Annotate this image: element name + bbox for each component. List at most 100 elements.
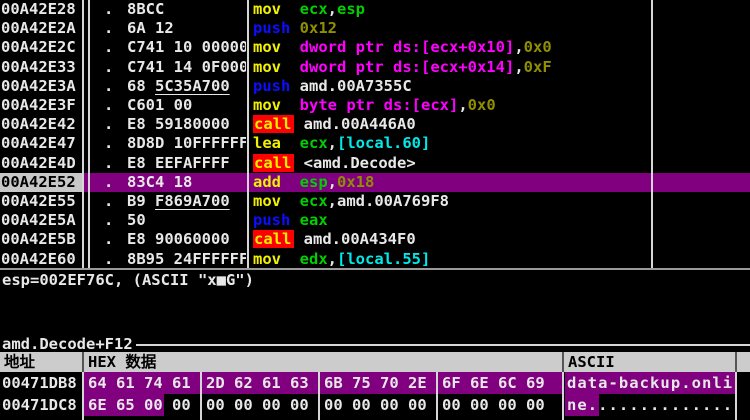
hex-group: 00 00 00 00 <box>442 394 545 416</box>
analysis-dot-marker: . <box>104 115 113 134</box>
hex-group: 6B 75 70 2E <box>324 372 427 394</box>
byte-segment: F869A700 <box>155 192 230 210</box>
instruction-cell: mov dword ptr ds:[ecx+0x10],0x0 <box>253 38 552 57</box>
instruction-token: , <box>458 96 467 114</box>
instruction-cell: call amd.00A446A0 <box>253 115 416 134</box>
ascii-cell: -|v.....■....... <box>567 416 733 420</box>
address-cell: 00A42E2C <box>1 38 76 57</box>
hex-group: 00 00 00 00 <box>206 394 309 416</box>
instruction-token <box>281 134 300 152</box>
instruction-token: 0x0 <box>524 38 552 56</box>
instruction-token <box>281 173 300 191</box>
dump-row[interactable]: 00471DD82D 7C 76 0400 00 00 00DD 00 00 0… <box>0 416 750 420</box>
analysis-dot-marker: . <box>104 77 113 96</box>
dump-row[interactable]: 00471DC8 6E 65 00 00 00 00 00 00 00 00 00 0… <box>0 394 750 416</box>
instruction-token: mov <box>253 0 281 18</box>
disasm-row[interactable]: 00A42E5B.E8 90060000call amd.00A434F0 <box>0 230 750 249</box>
disasm-row[interactable]: 00A42E47.8D8D 10FFFFFFlea ecx,[local.60] <box>0 134 750 153</box>
analysis-dot-marker: . <box>104 96 113 115</box>
disasm-row[interactable]: 00A42E4D.E8 EEFAFFFFcall <amd.Decode> <box>0 154 750 173</box>
byte-segment: 50 <box>127 211 146 229</box>
instruction-token: ecx <box>300 192 328 210</box>
address-cell: 00A42E28 <box>1 0 76 19</box>
hex-group: DD 00 00 00 <box>324 416 427 420</box>
instruction-token: amd.00A434F0 <box>304 230 416 248</box>
instruction-token: , <box>328 250 337 268</box>
disasm-row[interactable]: 00A42E5A.50push eax <box>0 211 750 230</box>
disasm-row[interactable]: 00A42E3A.68 5C35A700push amd.00A7355C <box>0 77 750 96</box>
instruction-cell: push 0x12 <box>253 19 337 38</box>
instruction-token <box>294 115 303 133</box>
column-divider <box>436 372 438 420</box>
analysis-dot-marker: . <box>104 38 113 57</box>
bytes-cell: B9 F869A700 <box>127 192 246 211</box>
byte-segment: C601 00 <box>127 96 192 114</box>
bytes-cell: 6A 12 <box>127 19 246 38</box>
dump-rows-pane[interactable]: 00471DB864 61 74 612D 62 61 636B 75 70 2… <box>0 372 750 420</box>
instruction-cell: mov ecx,esp <box>253 0 365 19</box>
column-divider <box>82 372 84 420</box>
disasm-row[interactable]: 00A42E42.E8 59180000call amd.00A446A0 <box>0 115 750 134</box>
instruction-cell: mov ecx,amd.00A769F8 <box>253 192 449 211</box>
instruction-token <box>294 230 303 248</box>
hex-group: 2D 62 61 63 <box>206 372 309 394</box>
instruction-cell: push eax <box>253 211 328 230</box>
instruction-token: 0x12 <box>300 19 337 37</box>
column-divider <box>735 352 737 372</box>
instruction-token: [local.60] <box>337 134 430 152</box>
instruction-token: eax <box>300 211 328 229</box>
disasm-row[interactable]: 00A42E55.B9 F869A700mov ecx,amd.00A769F8 <box>0 192 750 211</box>
byte-segment: E8 EEFAFFFF <box>127 154 230 172</box>
instruction-token: amd.00A446A0 <box>304 115 416 133</box>
address-cell: 00A42E5B <box>1 230 76 249</box>
instruction-token: 0xF <box>524 58 552 76</box>
byte-segment: C741 10 00000000 <box>127 38 246 56</box>
disasm-row[interactable]: 00A42E60.8B95 24FFFFFFmov edx,[local.55] <box>0 250 750 268</box>
byte-segment: 8BCC <box>127 0 164 18</box>
disasm-row[interactable]: 00A42E28.8BCCmov ecx,esp <box>0 0 750 19</box>
bytes-cell: E8 EEFAFFFF <box>127 154 246 173</box>
info-pane-status-line[interactable]: esp=002EF76C, (ASCII "x■G") <box>2 271 254 290</box>
address-cell: 00A42E4D <box>1 154 76 173</box>
instruction-token <box>281 250 300 268</box>
column-divider <box>200 372 202 420</box>
instruction-token: esp <box>337 0 365 18</box>
address-cell: 00A42E3F <box>1 96 76 115</box>
address-cell: 00A42E42 <box>1 115 76 134</box>
dump-address-cell: 00471DB8 <box>2 372 77 394</box>
bytes-cell: C741 14 0F000000 <box>127 58 246 77</box>
bytes-cell: 68 5C35A700 <box>127 77 246 96</box>
analysis-dot-marker: . <box>104 154 113 173</box>
disasm-row[interactable]: 00A42E2A.6A 12push 0x12 <box>0 19 750 38</box>
instruction-token: call <box>253 154 294 172</box>
disasm-row[interactable]: 00A42E52.83C4 18add esp,0x18 <box>0 173 750 192</box>
analysis-dot-marker: . <box>104 58 113 77</box>
dump-row[interactable]: 00471DB864 61 74 612D 62 61 636B 75 70 2… <box>0 372 750 394</box>
column-divider <box>247 0 249 268</box>
hex-group: 6E 65 00 00 <box>88 394 191 416</box>
column-divider <box>562 372 564 420</box>
dump-address-cell: 00471DC8 <box>2 394 77 416</box>
dump-window-frame <box>136 344 750 346</box>
bytes-cell: C601 00 <box>127 96 246 115</box>
instruction-token <box>281 96 300 114</box>
hex-group: 00 00 00 00 <box>324 394 427 416</box>
disasm-row[interactable]: 00A42E2C. C741 10 00000000 mov dword ptr d… <box>0 38 750 57</box>
bytes-cell: 83C4 18 <box>127 173 246 192</box>
disasm-row[interactable]: 00A42E3F.C601 00mov byte ptr ds:[ecx],0x… <box>0 96 750 115</box>
instruction-token: , <box>328 0 337 18</box>
instruction-token: byte ptr ds:[ecx] <box>300 96 459 114</box>
byte-segment: 6A 12 <box>127 19 174 37</box>
instruction-token: , <box>328 134 337 152</box>
disassembly-pane[interactable]: 00A42E28.8BCCmov ecx,esp00A42E2A.6A 12pu… <box>0 0 750 268</box>
debugger-window: 00A42E28.8BCCmov ecx,esp00A42E2A.6A 12pu… <box>0 0 750 420</box>
hex-group: 00 00 00 00 <box>206 416 309 420</box>
instruction-token: call <box>253 115 294 133</box>
disasm-row[interactable]: 00A42E33.C741 14 0F000000mov dword ptr d… <box>0 58 750 77</box>
column-divider <box>318 372 320 420</box>
instruction-token <box>290 77 299 95</box>
byte-segment: 68 <box>127 77 155 95</box>
address-cell: 00A42E55 <box>1 192 76 211</box>
instruction-token <box>281 58 300 76</box>
instruction-token: mov <box>253 58 281 76</box>
